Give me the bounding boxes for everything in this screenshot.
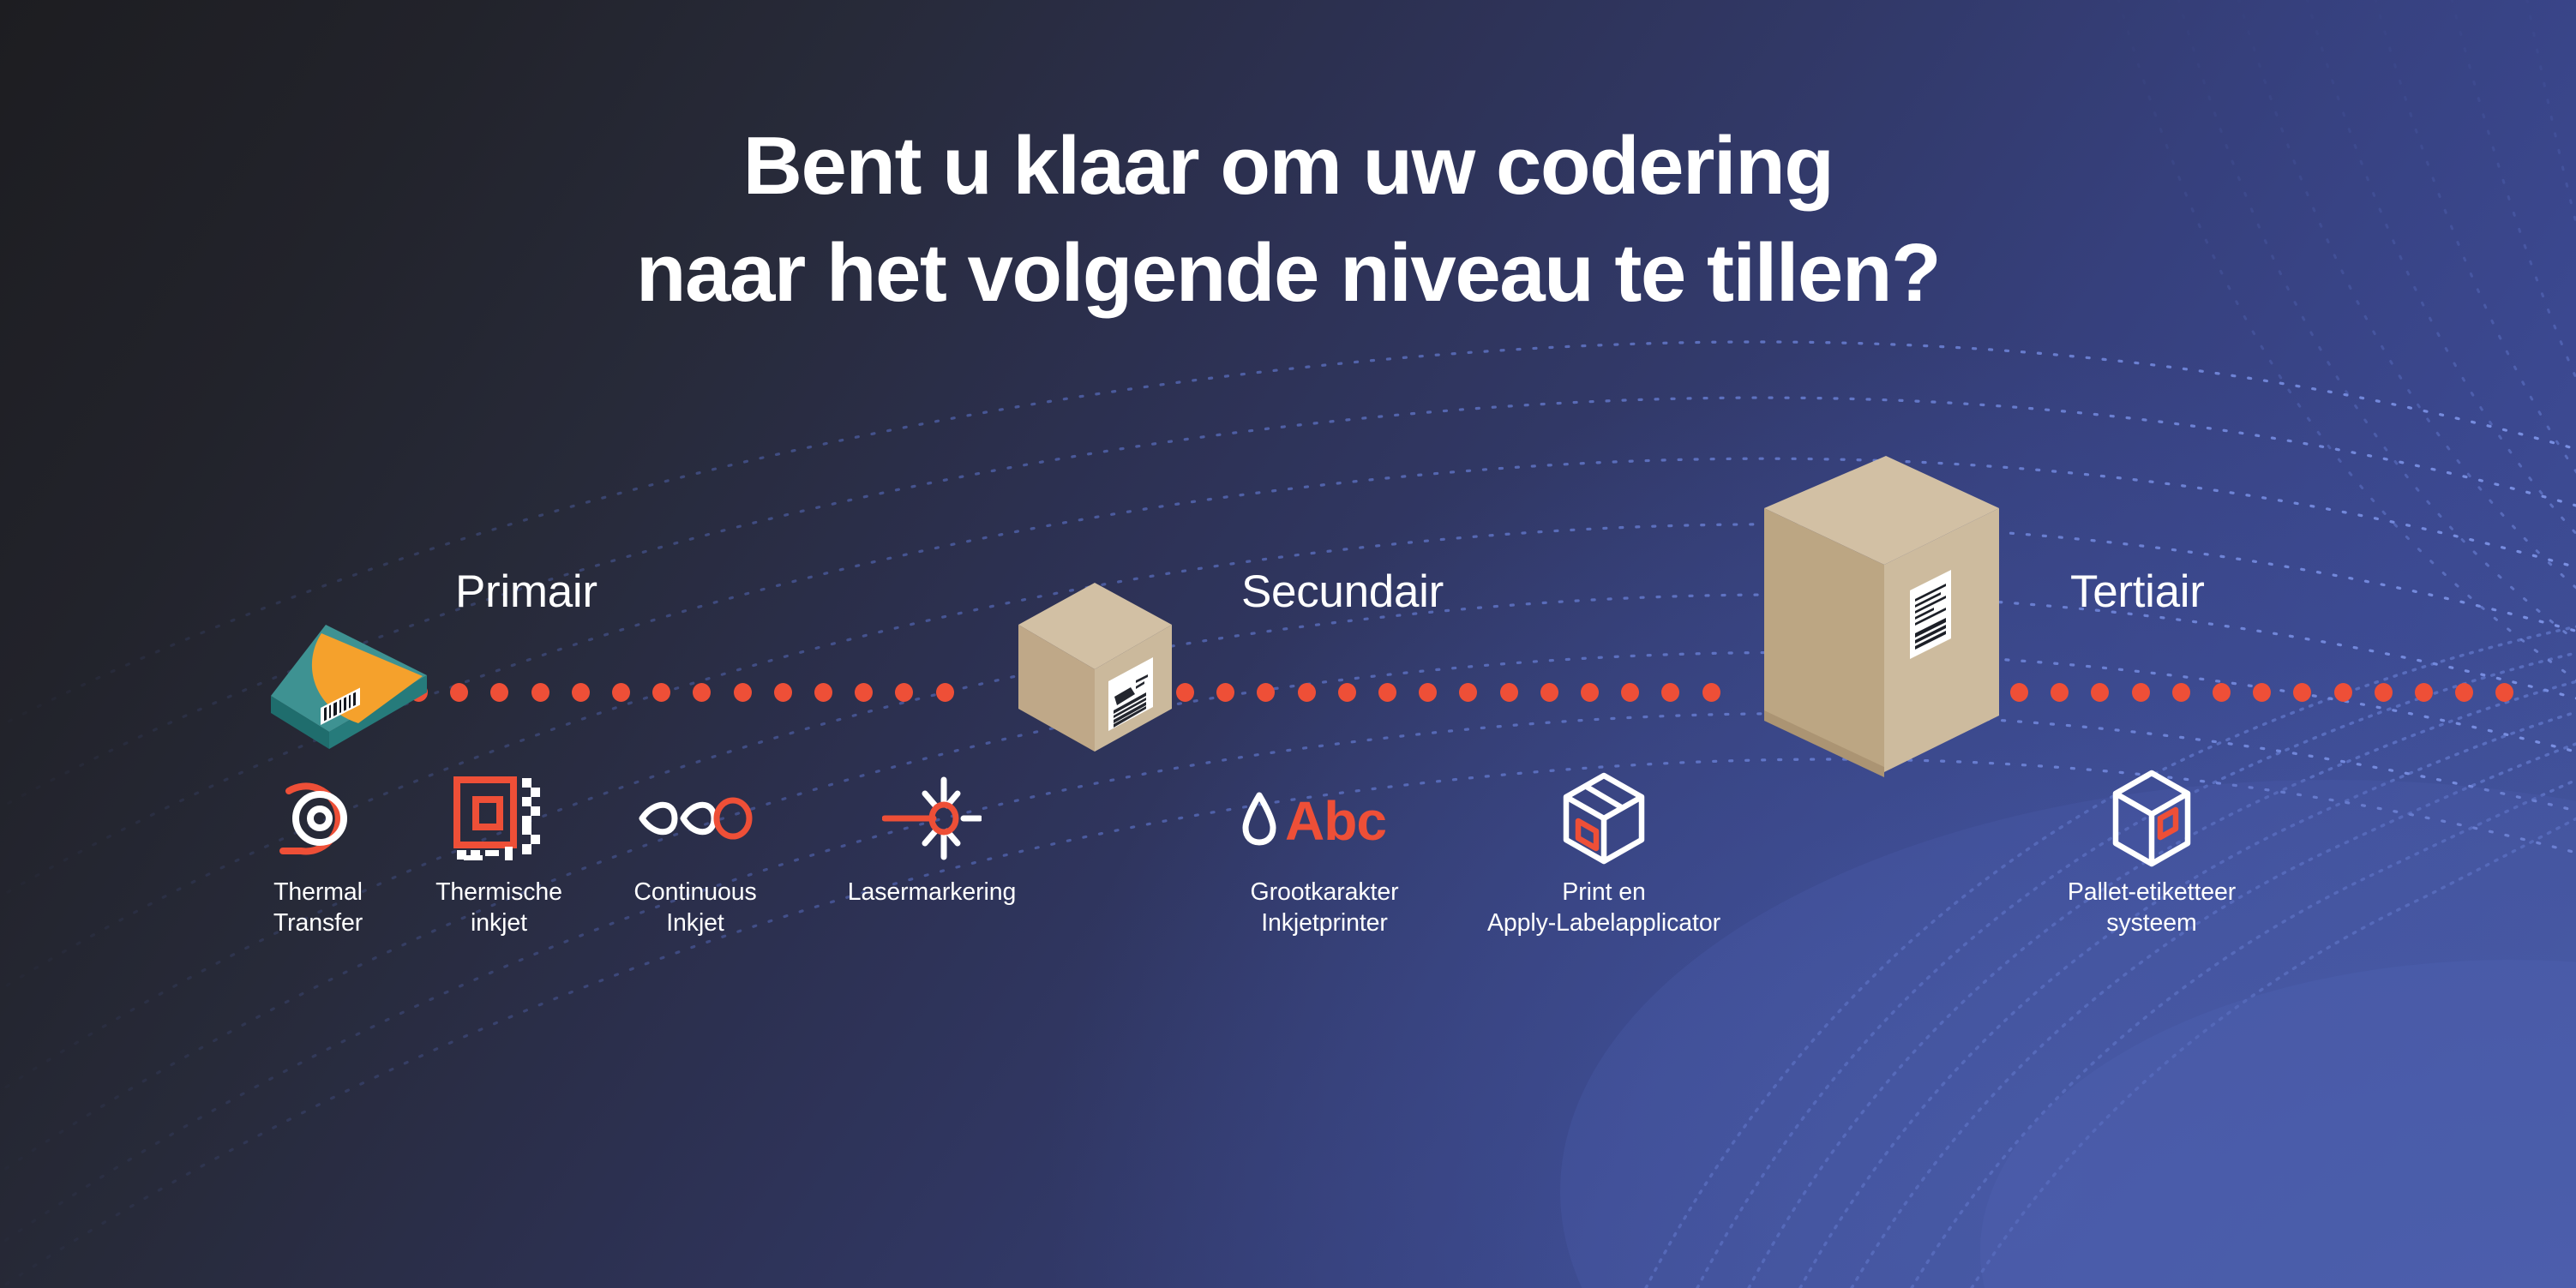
stage-label-primair: Primair — [455, 566, 597, 617]
method-label: Grootkarakter Inkjetprinter — [1250, 878, 1399, 938]
pallet-label-box-icon — [2006, 770, 2297, 867]
method-label: Continuous Inkjet — [633, 878, 757, 938]
cardboard-carton-box-icon — [1016, 580, 1174, 756]
flow-wrap-tray-package-icon — [267, 622, 430, 751]
stage-label-secundair: Secundair — [1241, 566, 1444, 617]
method-continuous-inkjet[interactable]: Continuous Inkjet — [600, 776, 790, 938]
datamatrix-code-icon — [409, 776, 589, 861]
page-title-line-2: naar het volgende niveau te tillen? — [635, 226, 1942, 319]
method-label: Thermal Transfer — [273, 878, 363, 938]
method-grootkarakter-inkjetprinter[interactable]: Abc Grootkarakter Inkjetprinter — [1200, 776, 1449, 938]
method-lasermarkering[interactable]: Lasermarkering — [803, 776, 1060, 908]
method-label: Print en Apply-Labelapplicator — [1487, 878, 1720, 938]
timeline-dot-segment-2 — [2010, 683, 2576, 702]
page-title-line-1: Bent u klaar om uw codering — [742, 120, 1834, 212]
laser-burst-icon — [803, 776, 1060, 861]
method-pallet-etiketteer-systeem[interactable]: Pallet-etiketteer systeem — [2006, 770, 2297, 938]
timeline-dot-segment-0 — [410, 683, 1013, 702]
method-thermische-inkjet[interactable]: Thermische inkjet — [409, 776, 589, 938]
method-thermal-transfer[interactable]: Thermal Transfer — [241, 776, 395, 938]
method-label: Lasermarkering — [847, 878, 1017, 906]
box-label-applicator-icon — [1419, 772, 1789, 865]
ribbon-roll-icon — [241, 776, 395, 861]
stage-label-tertiair: Tertiair — [2070, 566, 2205, 617]
svg-text:Abc: Abc — [1285, 790, 1386, 847]
infographic-canvas: Bent u klaar om uw codering naar het vol… — [0, 0, 2576, 1288]
droplet-abc-icon: Abc — [1200, 776, 1449, 861]
page-title: Bent u klaar om uw codering naar het vol… — [0, 113, 2576, 327]
method-print-en-apply-labelapplicator[interactable]: Print en Apply-Labelapplicator — [1419, 772, 1789, 938]
method-label: Thermische inkjet — [435, 878, 562, 938]
timeline-dot-segment-1 — [1176, 683, 1757, 702]
ink-droplets-icon — [600, 776, 790, 861]
method-label: Pallet-etiketteer systeem — [2067, 878, 2237, 938]
tall-pallet-carton-icon — [1757, 453, 2006, 779]
